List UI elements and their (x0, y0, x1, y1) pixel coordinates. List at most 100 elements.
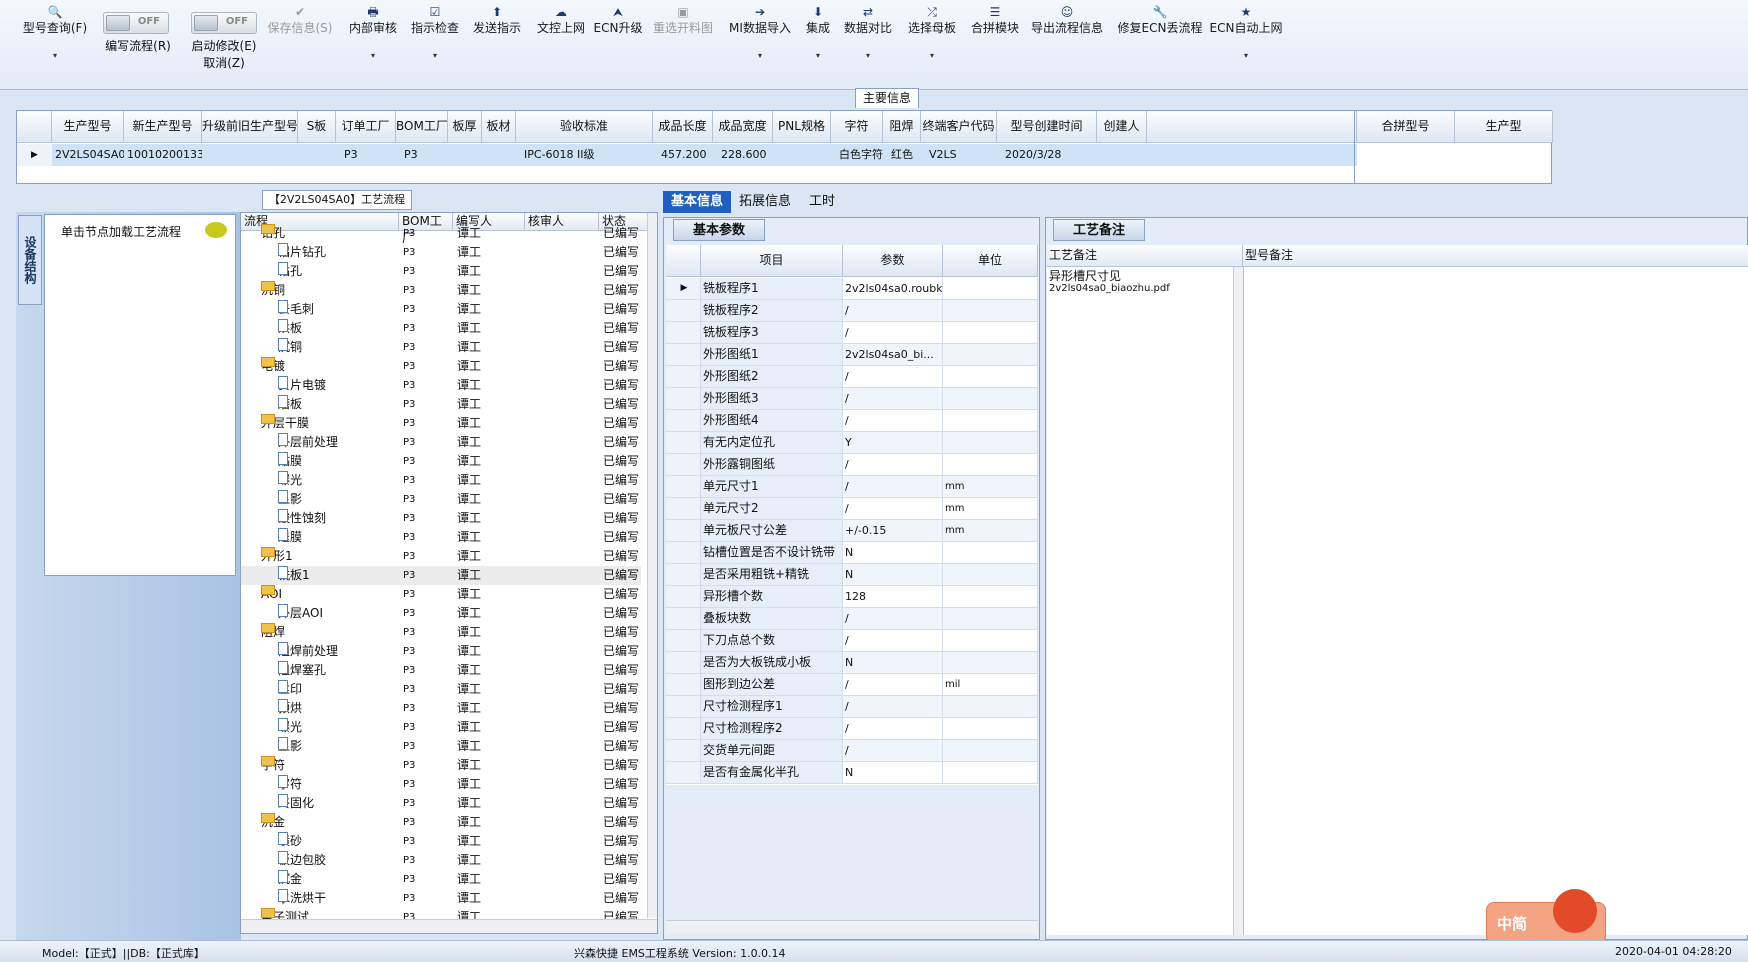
param-row[interactable]: 异形槽个数 128 (666, 586, 1038, 608)
side-tab-equipment[interactable]: 设备结构 (18, 215, 42, 305)
column-header[interactable]: 板厚 (448, 111, 482, 143)
tree-node[interactable]: 酸性蚀刻 P3 谭工 已编写 (241, 509, 641, 528)
main-info-cell[interactable] (202, 144, 298, 166)
tree-node[interactable]: 曝光 P3 谭工 已编写 (241, 718, 641, 737)
param-value[interactable]: / (843, 454, 943, 476)
param-grid[interactable]: 项目 参数 单位 ▶ 铣板程序1 2v2ls04sa0.roubk 铣板程序2/铣板程序3/… (666, 245, 1038, 785)
tree-node[interactable]: 板边包胶 P3 谭工 已编写 (241, 851, 641, 870)
param-row[interactable]: 铣板程序3/ (666, 322, 1038, 344)
param-row[interactable]: 单元尺寸1/mm (666, 476, 1038, 498)
param-value[interactable]: / (843, 674, 943, 696)
process-note-line2[interactable]: 2v2ls04sa0_biaozhu.pdf (1049, 283, 1170, 295)
tree-node[interactable]: 铣板1 P3 谭工 已编写 (241, 566, 641, 585)
tree-node[interactable]: 外层前处理 P3 谭工 已编写 (241, 433, 641, 452)
tree-node[interactable]: 铝片钻孔 P3 谭工 已编写 (241, 243, 641, 262)
chevron-down-icon[interactable]: ▾ (7, 46, 103, 66)
chevron-down-icon[interactable]: ▾ (387, 46, 483, 66)
param-row[interactable]: 尺寸检测程序1/ (666, 696, 1038, 718)
param-value[interactable]: N (843, 762, 943, 784)
param-row[interactable]: 是否为大板铣成小板 N (666, 652, 1038, 674)
tree-node[interactable]: −外层干膜 P3 谭工 已编写 (241, 414, 641, 433)
tree-node[interactable]: −字符 P3 谭工 已编写 (241, 756, 641, 775)
main-info-cell[interactable]: 2020/3/28 (997, 144, 1097, 166)
main-info-cell[interactable]: 2V2LS04SA0 (52, 144, 124, 166)
main-info-cell[interactable]: P3 (336, 144, 396, 166)
param-value[interactable]: / (843, 740, 943, 762)
param-row[interactable]: 是否有金属化半孔 N (666, 762, 1038, 784)
param-value[interactable]: N (843, 542, 943, 564)
param-row[interactable]: 钻槽位置是否不设计铣带 N (666, 542, 1038, 564)
start-edit-toggle[interactable]: OFF (191, 12, 257, 34)
param-row[interactable]: 外形图纸4/ (666, 410, 1038, 432)
column-header[interactable]: 创建人 (1097, 111, 1147, 143)
main-info-cell[interactable] (773, 144, 831, 166)
column-header[interactable]: 阻焊 (883, 111, 921, 143)
param-row[interactable]: 外形图纸2/ (666, 366, 1038, 388)
chevron-down-icon[interactable]: ▾ (884, 46, 980, 66)
param-column-header[interactable]: 参数 (843, 245, 943, 277)
tree-node[interactable]: 去毛刺 P3 谭工 已编写 (241, 300, 641, 319)
column-header[interactable]: 成品长度 (653, 111, 713, 143)
main-info-cell[interactable]: P3 (396, 144, 448, 166)
process-tree[interactable]: 流程BOM工厂编写人核审人状态−钻孔P3谭工已编写铝片钻孔P3谭工已编写钻孔P3… (240, 212, 658, 934)
param-row[interactable]: 是否采用粗铣+精铣 N (666, 564, 1038, 586)
column-header[interactable]: 验收标准 (516, 111, 653, 143)
tab-1[interactable]: 基本信息 (663, 191, 732, 213)
param-value[interactable]: 2v2ls04sa0_bi... (843, 344, 943, 366)
param-value[interactable]: / (843, 696, 943, 718)
main-info-cell[interactable]: 457.200 (653, 144, 713, 166)
main-info-cell[interactable]: V2LS (921, 144, 997, 166)
param-value[interactable]: / (843, 410, 943, 432)
main-info-cell[interactable] (482, 144, 516, 166)
param-row[interactable]: 外形图纸1 2v2ls04sa0_bi... (666, 344, 1038, 366)
column-header[interactable]: 字符 (831, 111, 883, 143)
param-value[interactable]: 2v2ls04sa0.roubk (843, 278, 943, 300)
param-value[interactable]: / (843, 608, 943, 630)
tree-hscroll[interactable] (241, 919, 657, 933)
tree-node[interactable]: −电镀 P3 谭工 已编写 (241, 357, 641, 376)
param-value[interactable]: 128 (843, 586, 943, 608)
tree-node[interactable]: −钻孔 P3 谭工 已编写 (241, 224, 641, 243)
tree-node[interactable]: 阻焊塞孔 P3 谭工 已编写 (241, 661, 641, 680)
search-button[interactable]: 🔍 型号查询(F) ▾ (7, 4, 103, 66)
notes-vscroll[interactable] (1233, 267, 1243, 935)
tree-node[interactable]: −阻焊 P3 谭工 已编写 (241, 623, 641, 642)
param-value[interactable]: +/-0.15 (843, 520, 943, 542)
param-row[interactable]: 图形到边公差 / mil (666, 674, 1038, 696)
column-header[interactable]: 生产型号 (52, 111, 124, 143)
param-value[interactable]: / (843, 366, 943, 388)
column-header[interactable]: 型号创建时间 (997, 111, 1097, 143)
ime-badge[interactable]: 中简 (1486, 889, 1606, 944)
tree-node[interactable]: 水洗烘干 P3 谭工 已编写 (241, 889, 641, 908)
param-row[interactable]: 交货单元间距 / (666, 740, 1038, 762)
main-info-cell[interactable]: 10010200133462 (124, 144, 202, 166)
main-info-cell[interactable] (1097, 144, 1147, 166)
param-row[interactable]: 尺寸检测程序2/ (666, 718, 1038, 740)
tree-node[interactable]: 丝印 P3 谭工 已编写 (241, 680, 641, 699)
main-info-cell[interactable]: 红色 (883, 144, 921, 166)
param-column-header[interactable]: 项目 (701, 245, 843, 277)
tree-node[interactable]: 曝光 P3 谭工 已编写 (241, 471, 641, 490)
param-value[interactable]: Y (843, 432, 943, 454)
column-header[interactable]: 升级前旧生产型号 (202, 111, 298, 143)
param-value[interactable]: N (843, 652, 943, 674)
param-column-header[interactable]: 单位 (943, 245, 1038, 277)
tree-node[interactable]: −沉铜 P3 谭工 已编写 (241, 281, 641, 300)
tree-node[interactable]: 显影 P3 谭工 已编写 (241, 490, 641, 509)
param-value[interactable]: / (843, 388, 943, 410)
param-value[interactable]: / (843, 476, 943, 498)
main-info-cell[interactable]: 白色字符 (831, 144, 883, 166)
param-value[interactable]: N (843, 564, 943, 586)
star-button[interactable]: ★ ECN自动上网 ▾ (1198, 4, 1294, 66)
chevron-down-icon[interactable]: ▾ (1198, 46, 1294, 66)
tree-node[interactable]: 字符 P3 谭工 已编写 (241, 775, 641, 794)
column-header[interactable]: BOM工厂 (396, 111, 448, 143)
tree-node[interactable]: −外形1 P3 谭工 已编写 (241, 547, 641, 566)
tree-node[interactable]: 喷砂 P3 谭工 已编写 (241, 832, 641, 851)
column-header[interactable]: 订单工厂 (336, 111, 396, 143)
tree-node[interactable]: 外层AOI P3 谭工 已编写 (241, 604, 641, 623)
param-value[interactable]: / (843, 322, 943, 344)
param-value[interactable]: / (843, 498, 943, 520)
tree-node[interactable]: 烘板 P3 谭工 已编写 (241, 319, 641, 338)
tree-node[interactable]: 显影 P3 谭工 已编写 (241, 737, 641, 756)
